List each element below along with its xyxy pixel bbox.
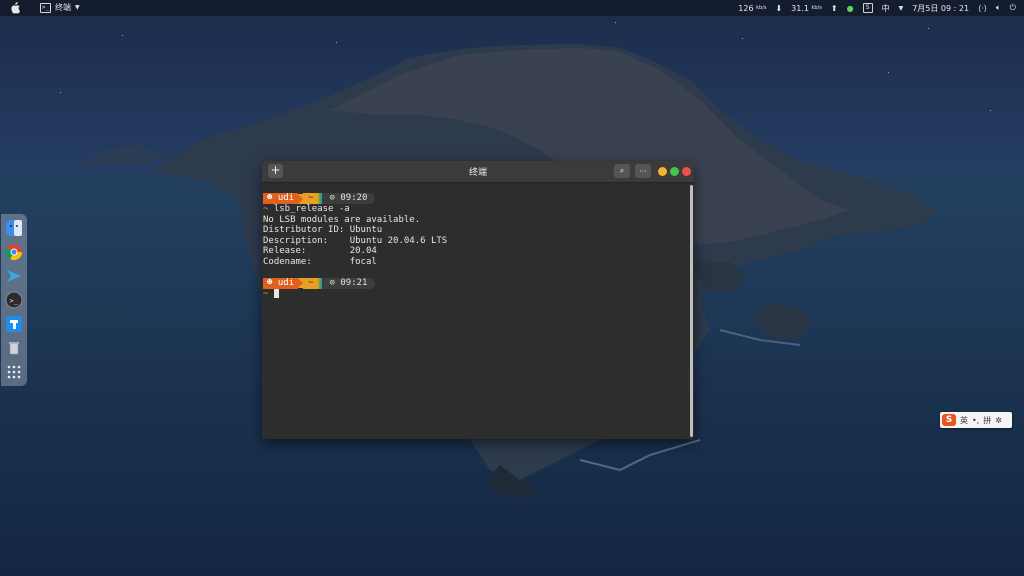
dock: >_ [1,214,27,386]
prompt-time-segment: ⊙ 09:20 [323,193,376,204]
terminal-content[interactable]: ☻ udi ~ ⊙ 09:20 ~ lsb_release -a No LSB … [262,183,694,439]
prompt-stripe [316,277,324,289]
input-line[interactable]: ~ [263,288,694,300]
search-icon: ⌕ [619,166,625,175]
input-method-indicator[interactable]: 中 [882,3,890,14]
desktop: >_ 终端 ▼ 126 kb/s ⬇ 31.1 kb/s ⬆ ● S 中 ▼ 7… [0,0,1024,576]
datetime[interactable]: 7月5日 09 : 21 [912,3,969,14]
chevron-down-icon: ▼ [75,4,80,11]
prompt-user-segment: ☻ udi [263,193,299,204]
close-button[interactable] [682,167,691,176]
app-menu-title: 终端 [55,3,71,12]
remote-desktop-icon[interactable] [4,266,24,286]
text-cursor [273,288,279,298]
status-area: 126 kb/s ⬇ 31.1 kb/s ⬆ ● S 中 ▼ 7月5日 09 :… [738,0,1016,16]
volume-icon[interactable]: 🔈︎ [996,3,1001,13]
sogou-logo-icon[interactable]: S [942,414,956,426]
clock-icon: ⊙ [329,193,335,204]
app-grid-icon[interactable] [4,362,24,382]
trash-icon[interactable] [4,338,24,358]
prompt-time-segment: ⊙ 09:21 [323,277,376,289]
output-line: Distributor ID: Ubuntu [263,225,383,236]
svg-text:>_: >_ [10,297,19,305]
apple-logo-icon[interactable] [10,2,20,14]
prompt-path-segment: ~ [303,193,317,204]
power-icon[interactable]: ⏻ [1010,3,1016,13]
terminal-titlebar[interactable]: + 终端 ⌕ ··· [262,161,694,183]
finder-icon[interactable] [4,218,24,238]
net-down-speed: 126 kb/s [738,3,767,13]
command-line: ~ lsb_release -a [263,204,350,214]
terminal-dock-icon[interactable]: >_ [4,290,24,310]
search-button[interactable]: ⌕ [614,164,630,178]
menu-button[interactable]: ··· [635,164,651,178]
network-icon[interactable]: ⟨·⟩ [978,4,987,13]
feishu-icon[interactable] [4,314,24,334]
net-up-speed: 31.1 kb/s [791,3,822,13]
ime-mode-toggle[interactable]: 英 [960,415,968,426]
prompt-user-segment: ☻ udi [263,277,299,289]
minimize-button[interactable] [658,167,667,176]
top-bar: >_ 终端 ▼ 126 kb/s ⬇ 31.1 kb/s ⬆ ● S 中 ▼ 7… [0,0,1024,16]
prompt-stripe [316,193,324,204]
prompt-line: ☻ udi ~ ⊙ 09:21 [263,277,694,289]
output-line: No LSB modules are available. [263,214,421,225]
chrome-icon[interactable] [4,242,24,262]
output-line: Release: 20.04 [263,246,377,257]
download-arrow-icon: ⬇ [775,3,783,13]
upload-arrow-icon: ⬆ [830,3,838,13]
settings-icon[interactable]: ✲ [995,416,1002,425]
ime-toolbar[interactable]: S 英 •, 拼 ✲ [940,412,1012,428]
terminal-app-icon: >_ [40,2,51,13]
clock-icon: ⊙ [329,277,335,288]
user-icon: ☻ [267,277,273,288]
output-line: Description: Ubuntu 20.04.6 LTS [263,235,448,246]
pinyin-toggle[interactable]: 拼 [983,415,991,426]
prompt-path-segment: ~ [303,277,317,289]
sogou-tray-icon[interactable]: S [862,3,873,13]
prompt-line: ☻ udi ~ ⊙ 09:20 [263,193,694,204]
scrollbar[interactable] [690,185,693,437]
chevron-down-icon[interactable]: ▼ [899,5,904,12]
terminal-window[interactable]: + 终端 ⌕ ··· ☻ udi ~ ⊙ 09:20 ~ lsb_release… [262,161,694,439]
maximize-button[interactable] [670,167,679,176]
more-icon: ··· [639,166,647,176]
wechat-icon[interactable]: ● [847,4,854,13]
punctuation-toggle[interactable]: •, [972,416,979,425]
app-menu[interactable]: >_ 终端 ▼ [40,2,80,13]
user-icon: ☻ [267,193,273,204]
output-line: Codename: focal [263,256,377,267]
